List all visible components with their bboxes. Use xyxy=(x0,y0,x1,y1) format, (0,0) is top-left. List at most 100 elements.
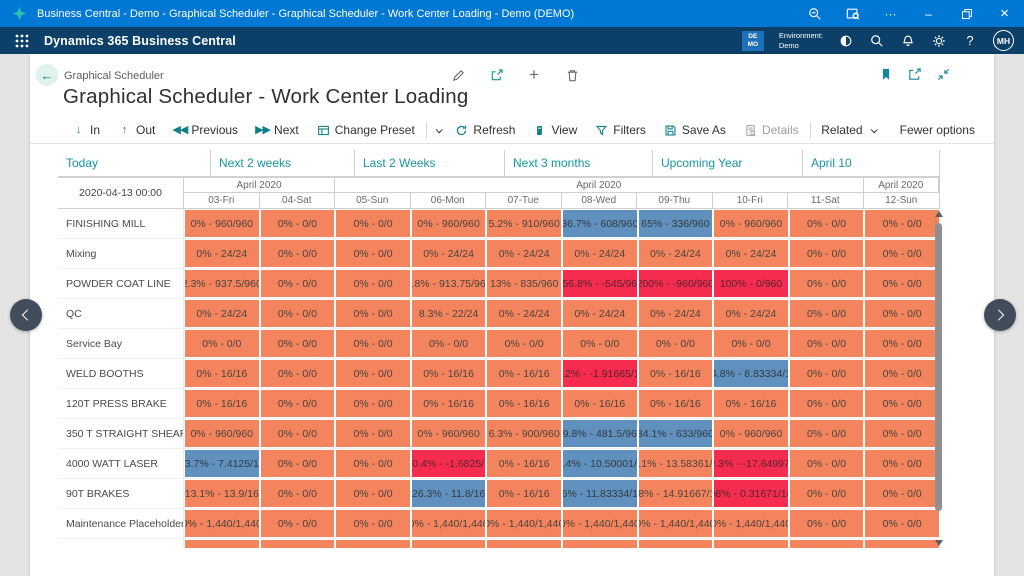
load-cell[interactable]: 0% - 0/0 xyxy=(185,330,259,357)
load-cell[interactable]: 112% - -1.91665/16 xyxy=(563,360,637,387)
load-cell[interactable]: 0% - 0/0 xyxy=(336,300,410,327)
load-cell[interactable]: 156.8% - -545/960 xyxy=(563,270,637,297)
load-cell[interactable]: 0% - 0/0 xyxy=(336,510,410,537)
load-cell[interactable]: 0% - 0/0 xyxy=(336,270,410,297)
load-cell[interactable]: 0% - 16/16 xyxy=(487,360,561,387)
share-icon[interactable] xyxy=(488,66,504,84)
help-icon[interactable]: ? xyxy=(962,33,978,49)
scroll-right-button[interactable] xyxy=(984,299,1016,331)
load-cell[interactable]: 0% - 0/0 xyxy=(790,510,864,537)
scroll-left-button[interactable] xyxy=(10,299,42,331)
preset-tab-last-2-weeks[interactable]: Last 2 Weeks xyxy=(355,150,505,176)
load-cell[interactable]: 0% - 0/0 xyxy=(336,480,410,507)
load-cell[interactable]: 0% - 24/24 xyxy=(487,240,561,267)
preset-tab-next-3-months[interactable]: Next 3 months xyxy=(505,150,653,176)
load-cell[interactable]: 0% - 24/24 xyxy=(563,300,637,327)
load-cell[interactable]: 26% - 11.83334/16 xyxy=(563,480,637,507)
load-cell[interactable]: 13% - 835/960 xyxy=(487,270,561,297)
close-icon[interactable]: × xyxy=(997,6,1012,21)
load-cell[interactable]: 110.4% - -1.6825/16 xyxy=(412,450,486,477)
load-cell[interactable]: 0% - 16/16 xyxy=(487,480,561,507)
load-cell[interactable] xyxy=(185,540,259,548)
load-cell[interactable]: 4.8% - 913.75/960 xyxy=(412,270,486,297)
restore-icon[interactable] xyxy=(959,6,974,21)
load-cell[interactable]: 0% - 0/0 xyxy=(790,330,864,357)
search-icon[interactable] xyxy=(869,33,885,49)
load-cell[interactable]: 49.8% - 481.5/960 xyxy=(563,420,637,447)
scroll-down-arrow-icon[interactable] xyxy=(935,540,943,546)
load-cell[interactable]: 0% - 0/0 xyxy=(261,480,335,507)
contrast-circle-icon[interactable] xyxy=(838,33,854,49)
app-launcher-icon[interactable] xyxy=(14,33,30,49)
load-cell[interactable]: 5.2% - 910/960 xyxy=(487,210,561,237)
load-cell[interactable]: 34.1% - 633/960 xyxy=(639,420,713,447)
load-cell[interactable]: 0% - 0/0 xyxy=(261,270,335,297)
breadcrumb[interactable]: Graphical Scheduler xyxy=(64,70,164,82)
filters-button[interactable]: Filters xyxy=(586,123,655,137)
load-cell[interactable]: 0% - 0/0 xyxy=(865,330,939,357)
minimize-icon[interactable]: – xyxy=(921,6,936,21)
vertical-scrollbar[interactable] xyxy=(933,209,945,548)
fewer-options-button[interactable]: Fewer options xyxy=(891,123,984,137)
load-cell[interactable] xyxy=(487,540,561,548)
load-cell[interactable]: 0% - 0/0 xyxy=(790,300,864,327)
load-cell[interactable]: 13.1% - 13.9/16 xyxy=(185,480,259,507)
load-cell[interactable]: 0% - 0/0 xyxy=(261,330,335,357)
load-cell[interactable]: 34.4% - 10.50001/16 xyxy=(563,450,637,477)
load-cell[interactable]: 0% - 960/960 xyxy=(714,210,788,237)
load-cell[interactable]: 0% - 0/0 xyxy=(865,480,939,507)
load-cell[interactable]: 0% - 24/24 xyxy=(487,300,561,327)
load-cell[interactable]: 0% - 0/0 xyxy=(261,360,335,387)
load-cell[interactable]: 53.7% - 7.4125/16 xyxy=(185,450,259,477)
change-preset-dropdown[interactable] xyxy=(428,128,446,133)
load-cell[interactable] xyxy=(336,540,410,548)
load-cell[interactable]: 0% - 0/0 xyxy=(790,360,864,387)
load-cell[interactable]: 0% - 960/960 xyxy=(185,420,259,447)
load-cell[interactable]: 210.3% - -17.64997/16 xyxy=(714,450,788,477)
load-cell[interactable]: 0% - 0/0 xyxy=(336,360,410,387)
load-cell[interactable]: 0% - 0/0 xyxy=(261,510,335,537)
load-cell[interactable]: 0% - 0/0 xyxy=(790,240,864,267)
load-cell[interactable]: 0% - 0/0 xyxy=(261,300,335,327)
load-cell[interactable]: 0% - 1,440/1,440 xyxy=(487,510,561,537)
load-cell[interactable]: 0% - 0/0 xyxy=(336,210,410,237)
load-cell[interactable]: 0% - 24/24 xyxy=(185,240,259,267)
load-cell[interactable]: 0% - 0/0 xyxy=(865,390,939,417)
load-cell[interactable]: 8.3% - 22/24 xyxy=(412,300,486,327)
load-cell[interactable]: 0% - 0/0 xyxy=(336,420,410,447)
preset-tab-upcoming-year[interactable]: Upcoming Year xyxy=(653,150,803,176)
load-cell[interactable]: 15.1% - 13.58361/16 xyxy=(639,450,713,477)
load-cell[interactable]: 0% - 960/960 xyxy=(714,420,788,447)
back-button[interactable]: ← xyxy=(36,64,58,86)
load-cell[interactable]: 0% - 0/0 xyxy=(790,480,864,507)
load-cell[interactable]: 0% - 1,440/1,440 xyxy=(563,510,637,537)
scrollbar-thumb[interactable] xyxy=(935,223,942,511)
load-cell[interactable]: 0% - 1,440/1,440 xyxy=(639,510,713,537)
load-cell[interactable]: 0% - 0/0 xyxy=(412,330,486,357)
load-cell[interactable]: 0% - 24/24 xyxy=(185,300,259,327)
load-cell[interactable]: 0% - 24/24 xyxy=(639,300,713,327)
load-cell[interactable]: 0% - 0/0 xyxy=(865,360,939,387)
add-icon[interactable]: + xyxy=(526,66,542,84)
load-cell[interactable]: 0% - 16/16 xyxy=(487,450,561,477)
load-cell[interactable]: 36.7% - 608/960 xyxy=(563,210,637,237)
load-cell[interactable]: 0% - 1,440/1,440 xyxy=(714,510,788,537)
load-cell[interactable]: 0% - 16/16 xyxy=(714,390,788,417)
scroll-up-arrow-icon[interactable] xyxy=(935,211,943,217)
load-cell[interactable]: 0% - 0/0 xyxy=(261,240,335,267)
load-cell[interactable]: 0% - 0/0 xyxy=(790,420,864,447)
load-cell[interactable]: 0% - 0/0 xyxy=(336,390,410,417)
settings-gear-icon[interactable] xyxy=(931,33,947,49)
load-cell[interactable]: 65% - 336/960 xyxy=(639,210,713,237)
load-cell[interactable]: 0% - 0/0 xyxy=(865,420,939,447)
notifications-bell-icon[interactable] xyxy=(900,33,916,49)
load-cell[interactable]: 0% - 0/0 xyxy=(790,270,864,297)
load-cell[interactable]: 26.3% - 11.8/16 xyxy=(412,480,486,507)
load-cell[interactable]: 0% - 16/16 xyxy=(639,360,713,387)
environment-badge[interactable]: DE MO xyxy=(742,31,764,51)
load-cell[interactable]: 44.8% - 8.83334/16 xyxy=(714,360,788,387)
load-cell[interactable]: 0% - 16/16 xyxy=(412,360,486,387)
window-search-icon[interactable] xyxy=(845,6,860,21)
user-avatar[interactable]: MH xyxy=(993,30,1014,51)
load-cell[interactable] xyxy=(261,540,335,548)
